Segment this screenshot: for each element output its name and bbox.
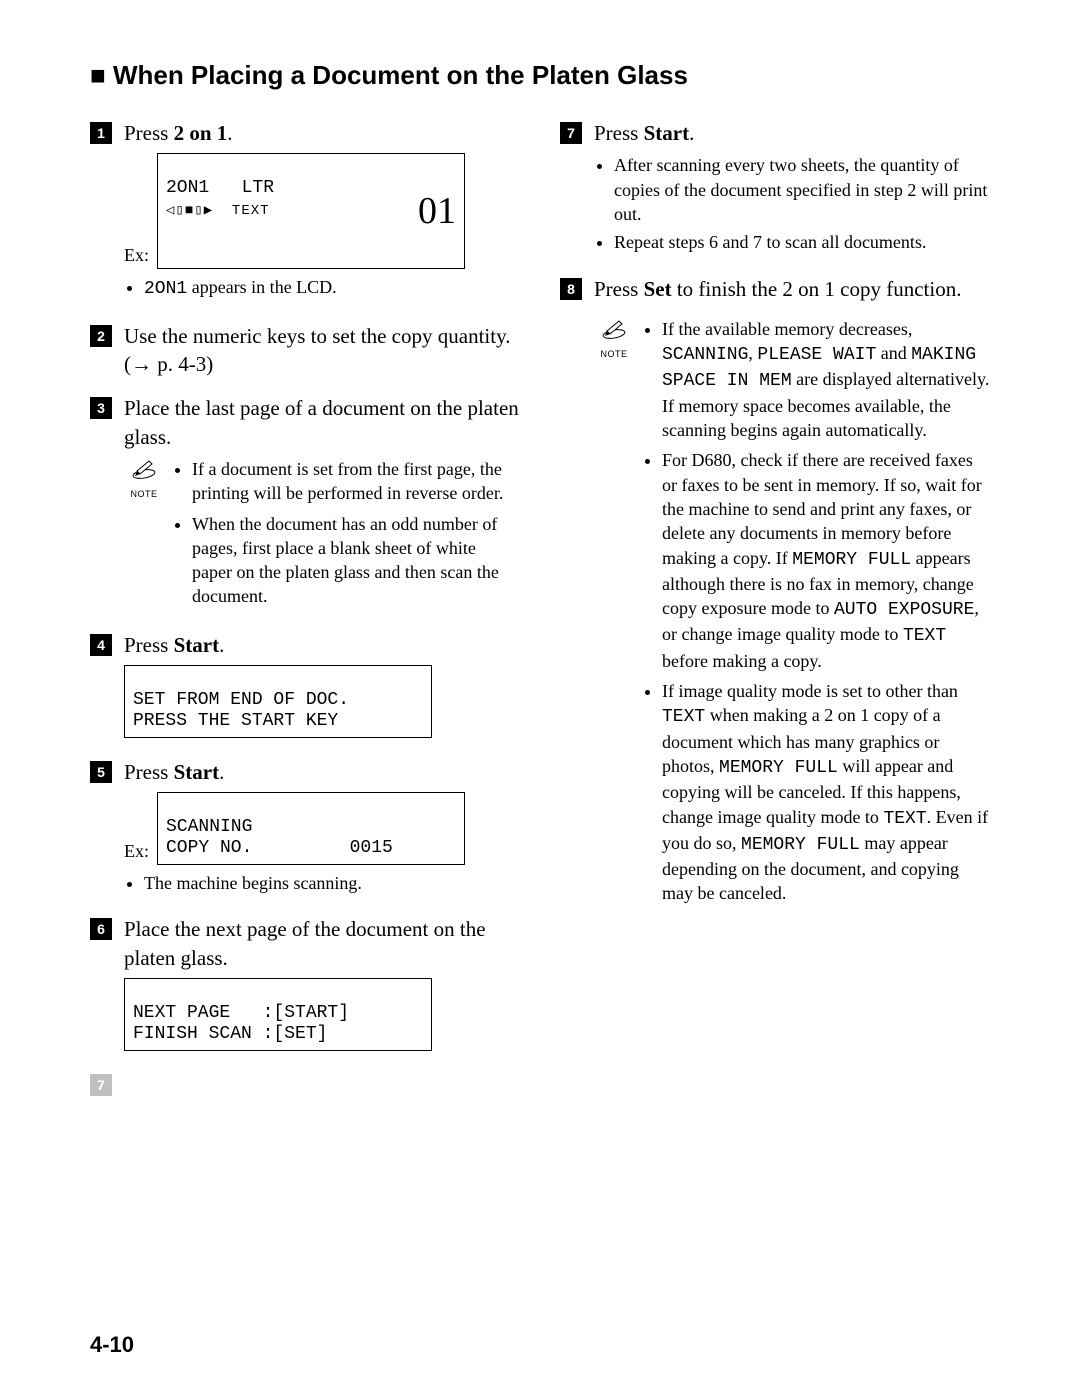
step-2: 2 Use the numeric keys to set the copy q… xyxy=(90,322,520,379)
step-number-2: 2 xyxy=(90,325,112,347)
step-number-8: 8 xyxy=(560,278,582,300)
step-5-lcd-line1: SCANNING xyxy=(166,817,252,837)
step-6-lcd: NEXT PAGE :[START] FINISH SCAN :[SET] xyxy=(124,978,432,1051)
step-3-text: Place the last page of a document on the… xyxy=(124,394,520,451)
step-3-note2: When the document has an odd number of p… xyxy=(192,512,520,609)
section-title: When Placing a Document on the Platen Gl… xyxy=(90,60,990,91)
step-1-lcd: 2ON1 LTR ◁▯■▯▶ TEXT 01 xyxy=(157,153,465,269)
step-7-ghost: 7 xyxy=(90,1071,520,1096)
step-8-text-c: to finish the 2 on 1 copy function. xyxy=(672,277,962,301)
step-2-text-b: ) xyxy=(206,352,213,376)
step-4-text-a: Press xyxy=(124,633,174,657)
step-5-key: Start xyxy=(174,760,220,784)
step-5-text-c: . xyxy=(219,760,224,784)
step-8: 8 Press Set to finish the 2 on 1 copy fu… xyxy=(560,275,990,912)
step-1: 1 Press 2 on 1. Ex: 2ON1 LTR ◁▯■▯▶ TEXT … xyxy=(90,119,520,306)
step-5-bullet1: The machine begins scanning. xyxy=(144,871,520,895)
right-column: 7 Press Start. After scanning every two … xyxy=(560,119,990,1112)
note-label: NOTE xyxy=(594,348,634,360)
step-7-bullet1: After scanning every two sheets, the qua… xyxy=(614,153,990,226)
step-number-3: 3 xyxy=(90,397,112,419)
step-8-key: Set xyxy=(644,277,672,301)
step-8-text-a: Press xyxy=(594,277,644,301)
step-4-lcd-line1: SET FROM END OF DOC. xyxy=(133,690,349,710)
step-1-bullet1: 2ON1 appears in the LCD. xyxy=(144,275,520,301)
step-5: 5 Press Start. Ex: SCANNING COPY NO. 001… xyxy=(90,758,520,899)
step-3-note1: If a document is set from the first page… xyxy=(192,457,520,506)
step-number-7: 7 xyxy=(560,122,582,144)
step-4-key: Start xyxy=(174,633,220,657)
left-column: 1 Press 2 on 1. Ex: 2ON1 LTR ◁▯■▯▶ TEXT … xyxy=(90,119,520,1112)
step-1-lcd-big: 01 xyxy=(418,192,456,230)
step-1-ex-label: Ex: xyxy=(124,243,149,269)
step-number-1: 1 xyxy=(90,122,112,144)
step-1-key: 2 on 1 xyxy=(174,121,228,145)
step-5-lcd-line2: COPY NO. 0015 xyxy=(166,838,393,858)
step-8-note3: If image quality mode is set to other th… xyxy=(662,679,990,906)
step-6-text: Place the next page of the document on t… xyxy=(124,915,520,972)
step-7-bullet2: Repeat steps 6 and 7 to scan all documen… xyxy=(614,230,990,254)
step-number-4: 4 xyxy=(90,634,112,656)
step-5-ex-label: Ex: xyxy=(124,839,149,865)
step-8-note2: For D680, check if there are received fa… xyxy=(662,448,990,673)
step-6: 6 Place the next page of the document on… xyxy=(90,915,520,1054)
two-column-layout: 1 Press 2 on 1. Ex: 2ON1 LTR ◁▯■▯▶ TEXT … xyxy=(90,119,990,1112)
step-number-6: 6 xyxy=(90,918,112,940)
page-number: 4-10 xyxy=(90,1332,134,1358)
step-6-lcd-line1: NEXT PAGE :[START] xyxy=(133,1003,349,1023)
note-icon: NOTE xyxy=(124,457,164,500)
step-7-text-c: . xyxy=(689,121,694,145)
step-1-text-c: . xyxy=(227,121,232,145)
step-4-lcd: SET FROM END OF DOC. PRESS THE START KEY xyxy=(124,665,432,738)
note-icon: NOTE xyxy=(594,317,634,360)
step-number-ghost: 7 xyxy=(90,1074,112,1096)
step-7: 7 Press Start. After scanning every two … xyxy=(560,119,990,259)
step-number-5: 5 xyxy=(90,761,112,783)
step-8-note1: If the available memory decreases, SCANN… xyxy=(662,317,990,442)
step-1-lcd-line2: ◁▯■▯▶ TEXT xyxy=(166,203,270,219)
step-1-text-a: Press xyxy=(124,121,174,145)
step-5-text-a: Press xyxy=(124,760,174,784)
step-4-lcd-line2: PRESS THE START KEY xyxy=(133,711,338,731)
step-1-lcd-line1: 2ON1 LTR xyxy=(166,178,274,198)
step-4: 4 Press Start. SET FROM END OF DOC. PRES… xyxy=(90,631,520,742)
step-5-lcd: SCANNING COPY NO. 0015 xyxy=(157,792,465,865)
step-4-text-c: . xyxy=(219,633,224,657)
step-7-text-a: Press xyxy=(594,121,644,145)
pencil-icon xyxy=(131,457,157,479)
pencil-icon xyxy=(601,317,627,339)
step-2-ref: p. 4-3 xyxy=(131,352,206,376)
step-3: 3 Place the last page of a document on t… xyxy=(90,394,520,614)
step-7-key: Start xyxy=(644,121,690,145)
note-label: NOTE xyxy=(124,488,164,500)
step-6-lcd-line2: FINISH SCAN :[SET] xyxy=(133,1024,327,1044)
